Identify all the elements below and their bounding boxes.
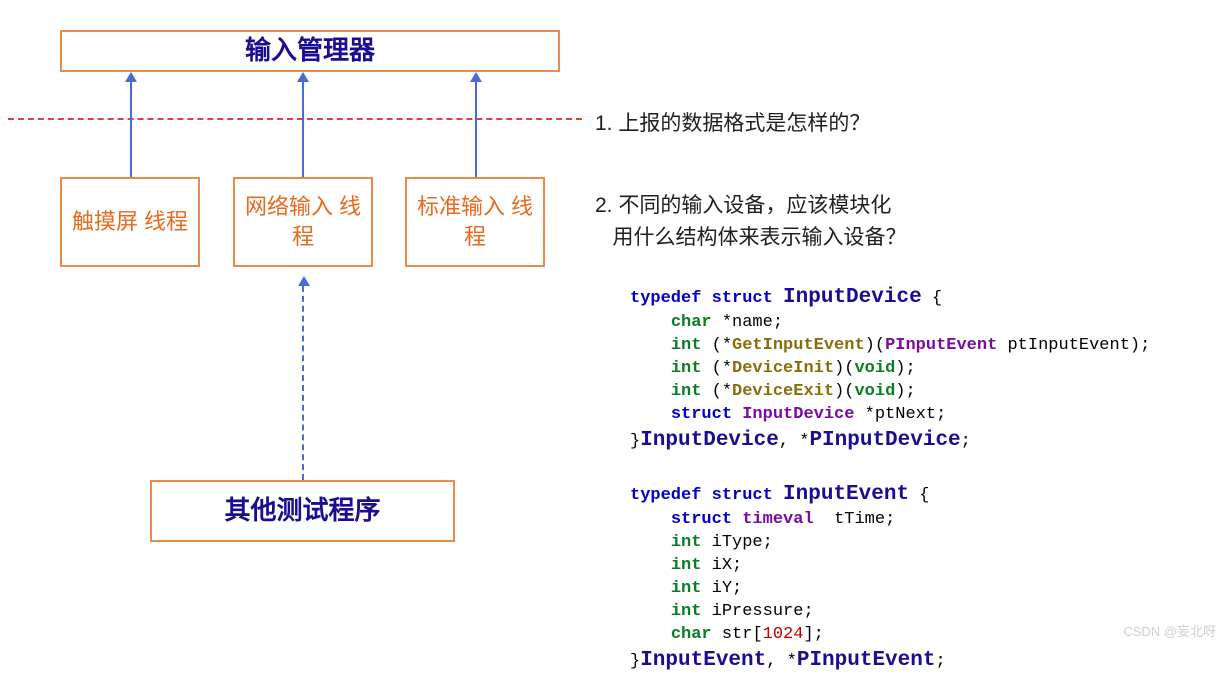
rhs-area: 1. 上报的数据格式是怎样的？ 2. 不同的输入设备，应该模块化 用什么结构体来… [595, 0, 1228, 648]
arrow-net [302, 82, 304, 177]
net-thread-box: 网络输入 线程 [233, 177, 373, 267]
arrow-touch [130, 82, 132, 177]
arrow-tester [302, 286, 304, 480]
separator-line [8, 118, 582, 120]
arrow-stdin [475, 82, 477, 177]
question-2a: 2. 不同的输入设备，应该模块化 [595, 190, 891, 222]
tester-box: 其他测试程序 [150, 480, 455, 542]
question-1: 1. 上报的数据格式是怎样的？ [595, 108, 870, 140]
touch-thread-box: 触摸屏 线程 [60, 177, 200, 267]
code-inputevent: typedef struct InputEvent { struct timev… [630, 458, 946, 675]
code-inputdevice: typedef struct InputDevice { char *name;… [630, 261, 1150, 455]
question-2b: 用什么结构体来表示输入设备？ [595, 222, 907, 254]
diagram-area: 输入管理器 触摸屏 线程 网络输入 线程 标准输入 线程 其他测试程序 [0, 0, 595, 648]
manager-box: 输入管理器 [60, 30, 560, 72]
watermark: CSDN @妄北呀 [1123, 621, 1216, 640]
stdin-thread-box: 标准输入 线程 [405, 177, 545, 267]
